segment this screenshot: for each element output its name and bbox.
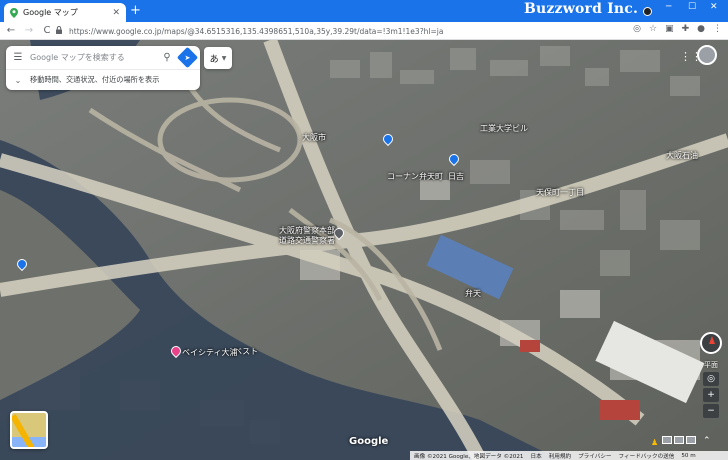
chevron-down-icon: ⌄ — [14, 75, 22, 85]
expand-icon[interactable]: ⌃ — [703, 436, 711, 446]
country-link[interactable]: 日本 — [530, 452, 541, 460]
ime-arrow-icon: ▼ — [221, 54, 227, 62]
place-label[interactable]: ベイシティ大浦 — [182, 347, 238, 358]
map-canvas[interactable]: ☰ ⚲ ➤ ⌄ 移動時間、交通状況、付近の場所を表示 あ ▼ ⋮⋮ 工業大学ビル… — [0, 40, 728, 460]
satellite-imagery — [0, 40, 728, 460]
browser-tab[interactable]: Google マップ ✕ — [4, 3, 126, 22]
forward-button[interactable]: → — [22, 25, 36, 36]
more-icon[interactable]: ⋮ — [713, 24, 722, 34]
locate-button[interactable]: ◎ — [703, 372, 719, 386]
brand-watermark: Buzzword Inc. — [524, 1, 639, 17]
place-label[interactable]: 道路交通警察署 — [279, 235, 335, 246]
ime-char: あ — [209, 54, 219, 65]
directions-button[interactable]: ➤ — [176, 46, 199, 68]
place-label[interactable]: 日吉 — [448, 171, 464, 182]
close-window-button[interactable]: ✕ — [710, 2, 718, 12]
reload-button[interactable]: C — [40, 25, 54, 36]
imagery-thumb-icon[interactable] — [686, 436, 696, 444]
menu-icon[interactable]: ☰ — [6, 52, 30, 63]
star-icon[interactable]: ☆ — [649, 24, 657, 34]
url-text: https://www.google.co.jp/maps/@34.651531… — [69, 26, 444, 36]
minimize-button[interactable]: ─ — [666, 2, 671, 12]
compass-button[interactable] — [700, 332, 722, 354]
place-label[interactable]: 弁天 — [465, 288, 481, 299]
scale-label[interactable]: 50 m — [681, 453, 695, 459]
avatar[interactable] — [697, 45, 717, 65]
google-lens-icon[interactable]: ◎ — [633, 24, 641, 34]
search-row: ☰ ⚲ ➤ — [6, 46, 200, 68]
place-label[interactable]: 工業大学ビル — [480, 123, 528, 134]
feedback-link[interactable]: フィードバックの送信 — [619, 452, 675, 460]
place-label[interactable]: コーナン弁天町 — [387, 171, 443, 182]
place-label[interactable]: 大阪石油 — [666, 150, 698, 161]
record-icon — [643, 7, 652, 16]
tilt-toggle[interactable]: 平面 — [700, 360, 722, 370]
close-tab-icon[interactable]: ✕ — [112, 8, 120, 18]
imagery-thumb-icon[interactable] — [674, 436, 684, 444]
new-tab-button[interactable]: + — [130, 4, 141, 18]
tab-title: Google マップ — [23, 8, 78, 17]
layers-minimap-button[interactable] — [10, 411, 48, 449]
browser-toolbar: ← → C https://www.google.co.jp/maps/@34.… — [0, 22, 728, 40]
search-card: ☰ ⚲ ➤ ⌄ 移動時間、交通状況、付近の場所を表示 — [6, 46, 200, 90]
suggestion-text: 移動時間、交通状況、付近の場所を表示 — [30, 75, 160, 84]
lock-icon — [56, 26, 64, 36]
place-label[interactable]: 大阪市 — [302, 132, 326, 143]
extensions-icon[interactable]: ✚ — [682, 24, 690, 34]
explore-suggestion[interactable]: ⌄ 移動時間、交通状況、付近の場所を表示 — [6, 69, 200, 90]
imagery-attribution: 画像 ©2021 Google、地図データ ©2021 — [414, 453, 524, 460]
search-input[interactable] — [30, 52, 158, 62]
cast-icon[interactable]: ▣ — [665, 24, 674, 34]
terms-link[interactable]: 利用規約 — [549, 452, 571, 460]
toolbar-icons: ◎ ☆ ▣ ✚ ● ⋮ — [633, 24, 722, 34]
back-button[interactable]: ← — [4, 25, 18, 36]
compass-needle-icon — [709, 336, 715, 344]
map-status-bar: 画像 ©2021 Google、地図データ ©2021 日本 利用規約 プライバ… — [410, 451, 728, 460]
maximize-button[interactable]: ☐ — [688, 2, 696, 12]
google-watermark: Google — [349, 436, 389, 447]
imagery-thumb-icon[interactable] — [662, 436, 672, 444]
privacy-link[interactable]: プライバシー — [578, 452, 611, 460]
zoom-out-button[interactable]: − — [703, 404, 719, 418]
address-bar[interactable]: https://www.google.co.jp/maps/@34.651531… — [56, 24, 620, 38]
profile-icon[interactable]: ● — [697, 24, 705, 34]
google-maps-favicon-icon — [10, 7, 18, 18]
zoom-in-button[interactable]: + — [703, 388, 719, 402]
place-label[interactable]: 天保町一丁目 — [536, 187, 584, 198]
ime-input-button[interactable]: あ ▼ — [204, 47, 232, 69]
imagery-thumbnails — [648, 436, 696, 444]
search-icon[interactable]: ⚲ — [158, 52, 176, 63]
directions-icon: ➤ — [184, 53, 191, 61]
tab-strip: Google マップ ✕ + Buzzword Inc. ─ ☐ ✕ — [0, 0, 728, 22]
